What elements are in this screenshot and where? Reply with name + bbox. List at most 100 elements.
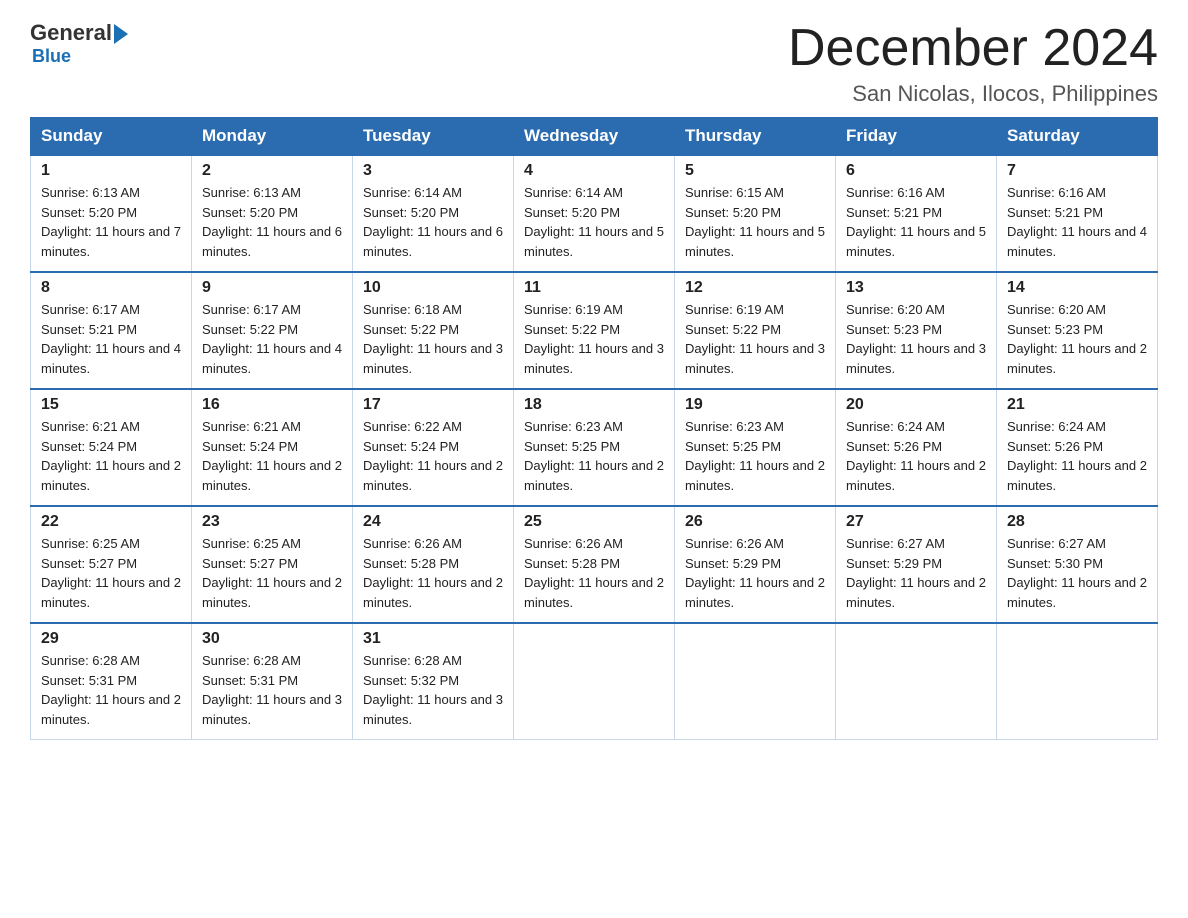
calendar-week-row: 29 Sunrise: 6:28 AMSunset: 5:31 PMDayligh…	[31, 623, 1158, 740]
calendar-day-cell: 29 Sunrise: 6:28 AMSunset: 5:31 PMDayligh…	[31, 623, 192, 740]
day-number: 27	[846, 513, 986, 531]
calendar-day-cell: 22 Sunrise: 6:25 AMSunset: 5:27 PMDayligh…	[31, 506, 192, 623]
day-info: Sunrise: 6:21 AMSunset: 5:24 PMDaylight:…	[202, 419, 342, 493]
calendar-day-cell: 30Sunrise: 6:28 AMSunset: 5:31 PMDayligh…	[192, 623, 353, 740]
calendar-day-cell: 24 Sunrise: 6:26 AMSunset: 5:28 PMDayligh…	[353, 506, 514, 623]
logo-arrow-icon	[114, 24, 128, 44]
day-info: Sunrise: 6:15 AMSunset: 5:20 PMDaylight:…	[685, 185, 825, 259]
day-info: Sunrise: 6:14 AMSunset: 5:20 PMDaylight:…	[363, 185, 503, 259]
logo: General Blue	[30, 20, 128, 67]
calendar-day-header: Saturday	[997, 118, 1158, 156]
location-title: San Nicolas, Ilocos, Philippines	[788, 81, 1158, 107]
day-info: Sunrise: 6:21 AMSunset: 5:24 PMDaylight:…	[41, 419, 181, 493]
calendar-week-row: 15 Sunrise: 6:21 AMSunset: 5:24 PMDayligh…	[31, 389, 1158, 506]
day-number: 23	[202, 513, 342, 531]
day-number: 5	[685, 162, 825, 180]
calendar-day-header: Tuesday	[353, 118, 514, 156]
day-info: Sunrise: 6:28 AMSunset: 5:31 PMDaylight:…	[202, 653, 342, 727]
day-info: Sunrise: 6:13 AMSunset: 5:20 PMDaylight:…	[202, 185, 342, 259]
calendar-day-cell: 1 Sunrise: 6:13 AMSunset: 5:20 PMDaylight…	[31, 155, 192, 272]
day-info: Sunrise: 6:23 AMSunset: 5:25 PMDaylight:…	[524, 419, 664, 493]
day-number: 21	[1007, 396, 1147, 414]
day-info: Sunrise: 6:28 AMSunset: 5:31 PMDaylight:…	[41, 653, 181, 727]
day-number: 17	[363, 396, 503, 414]
calendar-day-cell: 11 Sunrise: 6:19 AMSunset: 5:22 PMDayligh…	[514, 272, 675, 389]
calendar-day-header: Friday	[836, 118, 997, 156]
day-info: Sunrise: 6:24 AMSunset: 5:26 PMDaylight:…	[846, 419, 986, 493]
calendar-table: SundayMondayTuesdayWednesdayThursdayFrid…	[30, 117, 1158, 740]
day-number: 24	[363, 513, 503, 531]
day-number: 16	[202, 396, 342, 414]
calendar-day-cell: 5 Sunrise: 6:15 AMSunset: 5:20 PMDaylight…	[675, 155, 836, 272]
day-info: Sunrise: 6:25 AMSunset: 5:27 PMDaylight:…	[41, 536, 181, 610]
day-number: 19	[685, 396, 825, 414]
day-info: Sunrise: 6:27 AMSunset: 5:30 PMDaylight:…	[1007, 536, 1147, 610]
calendar-header-row: SundayMondayTuesdayWednesdayThursdayFrid…	[31, 118, 1158, 156]
calendar-day-cell: 2Sunrise: 6:13 AMSunset: 5:20 PMDaylight…	[192, 155, 353, 272]
calendar-day-cell	[514, 623, 675, 740]
day-info: Sunrise: 6:20 AMSunset: 5:23 PMDaylight:…	[1007, 302, 1147, 376]
day-number: 22	[41, 513, 181, 531]
day-info: Sunrise: 6:16 AMSunset: 5:21 PMDaylight:…	[846, 185, 986, 259]
calendar-day-header: Thursday	[675, 118, 836, 156]
day-number: 28	[1007, 513, 1147, 531]
day-info: Sunrise: 6:16 AMSunset: 5:21 PMDaylight:…	[1007, 185, 1147, 259]
day-number: 7	[1007, 162, 1147, 180]
calendar-day-cell: 8 Sunrise: 6:17 AMSunset: 5:21 PMDaylight…	[31, 272, 192, 389]
calendar-day-cell	[836, 623, 997, 740]
day-info: Sunrise: 6:19 AMSunset: 5:22 PMDaylight:…	[524, 302, 664, 376]
day-info: Sunrise: 6:17 AMSunset: 5:21 PMDaylight:…	[41, 302, 181, 376]
day-number: 14	[1007, 279, 1147, 297]
calendar-day-cell: 9Sunrise: 6:17 AMSunset: 5:22 PMDaylight…	[192, 272, 353, 389]
calendar-day-cell: 4 Sunrise: 6:14 AMSunset: 5:20 PMDaylight…	[514, 155, 675, 272]
calendar-day-cell: 21Sunrise: 6:24 AMSunset: 5:26 PMDayligh…	[997, 389, 1158, 506]
day-number: 6	[846, 162, 986, 180]
day-info: Sunrise: 6:23 AMSunset: 5:25 PMDaylight:…	[685, 419, 825, 493]
day-number: 9	[202, 279, 342, 297]
day-info: Sunrise: 6:28 AMSunset: 5:32 PMDaylight:…	[363, 653, 503, 727]
day-info: Sunrise: 6:19 AMSunset: 5:22 PMDaylight:…	[685, 302, 825, 376]
day-number: 4	[524, 162, 664, 180]
day-info: Sunrise: 6:26 AMSunset: 5:29 PMDaylight:…	[685, 536, 825, 610]
calendar-day-cell: 6 Sunrise: 6:16 AMSunset: 5:21 PMDaylight…	[836, 155, 997, 272]
day-number: 15	[41, 396, 181, 414]
day-info: Sunrise: 6:13 AMSunset: 5:20 PMDaylight:…	[41, 185, 181, 259]
calendar-day-cell: 15 Sunrise: 6:21 AMSunset: 5:24 PMDayligh…	[31, 389, 192, 506]
calendar-week-row: 1 Sunrise: 6:13 AMSunset: 5:20 PMDaylight…	[31, 155, 1158, 272]
logo-blue: Blue	[32, 46, 71, 66]
calendar-day-cell	[997, 623, 1158, 740]
calendar-day-cell: 13Sunrise: 6:20 AMSunset: 5:23 PMDayligh…	[836, 272, 997, 389]
calendar-day-header: Wednesday	[514, 118, 675, 156]
day-number: 20	[846, 396, 986, 414]
page-header: General Blue December 2024 San Nicolas, …	[30, 20, 1158, 107]
day-info: Sunrise: 6:25 AMSunset: 5:27 PMDaylight:…	[202, 536, 342, 610]
calendar-day-cell: 3Sunrise: 6:14 AMSunset: 5:20 PMDaylight…	[353, 155, 514, 272]
day-info: Sunrise: 6:18 AMSunset: 5:22 PMDaylight:…	[363, 302, 503, 376]
day-info: Sunrise: 6:26 AMSunset: 5:28 PMDaylight:…	[524, 536, 664, 610]
calendar-day-cell: 7 Sunrise: 6:16 AMSunset: 5:21 PMDaylight…	[997, 155, 1158, 272]
calendar-day-cell: 14 Sunrise: 6:20 AMSunset: 5:23 PMDayligh…	[997, 272, 1158, 389]
logo-general: General	[30, 20, 112, 46]
day-number: 18	[524, 396, 664, 414]
day-number: 8	[41, 279, 181, 297]
calendar-day-cell: 26Sunrise: 6:26 AMSunset: 5:29 PMDayligh…	[675, 506, 836, 623]
calendar-day-cell: 12 Sunrise: 6:19 AMSunset: 5:22 PMDayligh…	[675, 272, 836, 389]
day-number: 1	[41, 162, 181, 180]
day-info: Sunrise: 6:14 AMSunset: 5:20 PMDaylight:…	[524, 185, 664, 259]
calendar-day-header: Sunday	[31, 118, 192, 156]
month-title: December 2024	[788, 20, 1158, 77]
calendar-day-cell: 16 Sunrise: 6:21 AMSunset: 5:24 PMDayligh…	[192, 389, 353, 506]
day-number: 13	[846, 279, 986, 297]
day-number: 31	[363, 630, 503, 648]
calendar-day-cell: 27 Sunrise: 6:27 AMSunset: 5:29 PMDayligh…	[836, 506, 997, 623]
day-info: Sunrise: 6:27 AMSunset: 5:29 PMDaylight:…	[846, 536, 986, 610]
calendar-day-cell: 10 Sunrise: 6:18 AMSunset: 5:22 PMDayligh…	[353, 272, 514, 389]
calendar-week-row: 22 Sunrise: 6:25 AMSunset: 5:27 PMDayligh…	[31, 506, 1158, 623]
day-number: 12	[685, 279, 825, 297]
day-number: 11	[524, 279, 664, 297]
day-number: 29	[41, 630, 181, 648]
calendar-day-header: Monday	[192, 118, 353, 156]
calendar-day-cell: 17Sunrise: 6:22 AMSunset: 5:24 PMDayligh…	[353, 389, 514, 506]
day-info: Sunrise: 6:26 AMSunset: 5:28 PMDaylight:…	[363, 536, 503, 610]
day-number: 10	[363, 279, 503, 297]
